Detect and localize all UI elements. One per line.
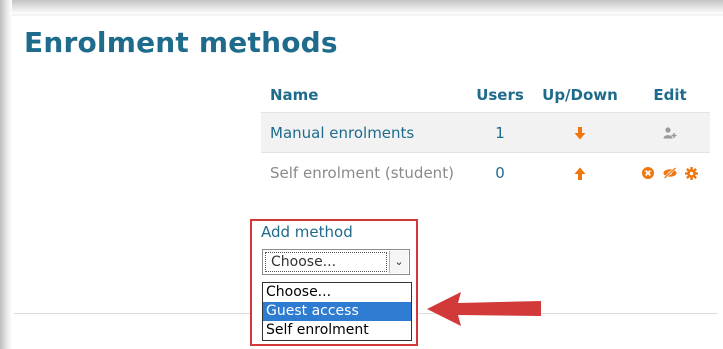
- arrow-up-icon[interactable]: [574, 164, 586, 182]
- users-count-cell: 0: [470, 153, 530, 193]
- method-name-cell: Manual enrolments: [261, 112, 470, 153]
- add-method-label: Add method: [261, 223, 353, 241]
- gear-icon[interactable]: [685, 164, 699, 182]
- table-row: Self enrolment (student) 0: [261, 153, 710, 193]
- delete-icon[interactable]: [641, 164, 654, 182]
- enrolment-methods-table: Name Users Up/Down Edit Manual enrolment…: [261, 78, 710, 192]
- method-name-link[interactable]: Manual enrolments: [270, 124, 414, 142]
- edit-cell: [630, 112, 710, 153]
- users-count: 1: [495, 123, 505, 142]
- column-header-name: Name: [270, 86, 319, 104]
- column-header-users: Users: [476, 86, 524, 104]
- option-self-enrolment[interactable]: Self enrolment: [263, 321, 411, 340]
- frame-left-shadow: [0, 0, 12, 349]
- table-header-row: Name Users Up/Down Edit: [261, 78, 710, 113]
- annotation-arrow-icon: [425, 288, 545, 336]
- table-row: Manual enrolments 1: [261, 112, 710, 153]
- add-user-icon[interactable]: [663, 124, 677, 142]
- section-divider: [14, 313, 250, 314]
- updown-cell: [530, 112, 630, 153]
- chevron-down-icon[interactable]: ⌄: [389, 251, 408, 273]
- edit-cell: [630, 153, 710, 193]
- page-title: Enrolment methods: [24, 26, 338, 59]
- users-count-cell: 1: [470, 112, 530, 153]
- option-choose[interactable]: Choose...: [263, 283, 411, 302]
- add-method-options-list: Choose... Guest access Self enrolment: [262, 282, 412, 341]
- add-method-select[interactable]: Choose... ⌄: [262, 249, 410, 275]
- option-guest-access[interactable]: Guest access: [263, 302, 411, 321]
- method-name-link[interactable]: Self enrolment (student): [270, 164, 454, 182]
- frame-top-shadow: [0, 0, 723, 14]
- method-name-cell: Self enrolment (student): [261, 153, 470, 193]
- arrow-down-icon[interactable]: [574, 124, 586, 142]
- select-current-value: Choose...: [271, 254, 337, 270]
- updown-cell: [530, 153, 630, 193]
- users-count: 0: [495, 163, 505, 182]
- column-header-edit: Edit: [653, 86, 687, 104]
- hide-icon[interactable]: [663, 164, 677, 182]
- column-header-updown: Up/Down: [542, 86, 618, 104]
